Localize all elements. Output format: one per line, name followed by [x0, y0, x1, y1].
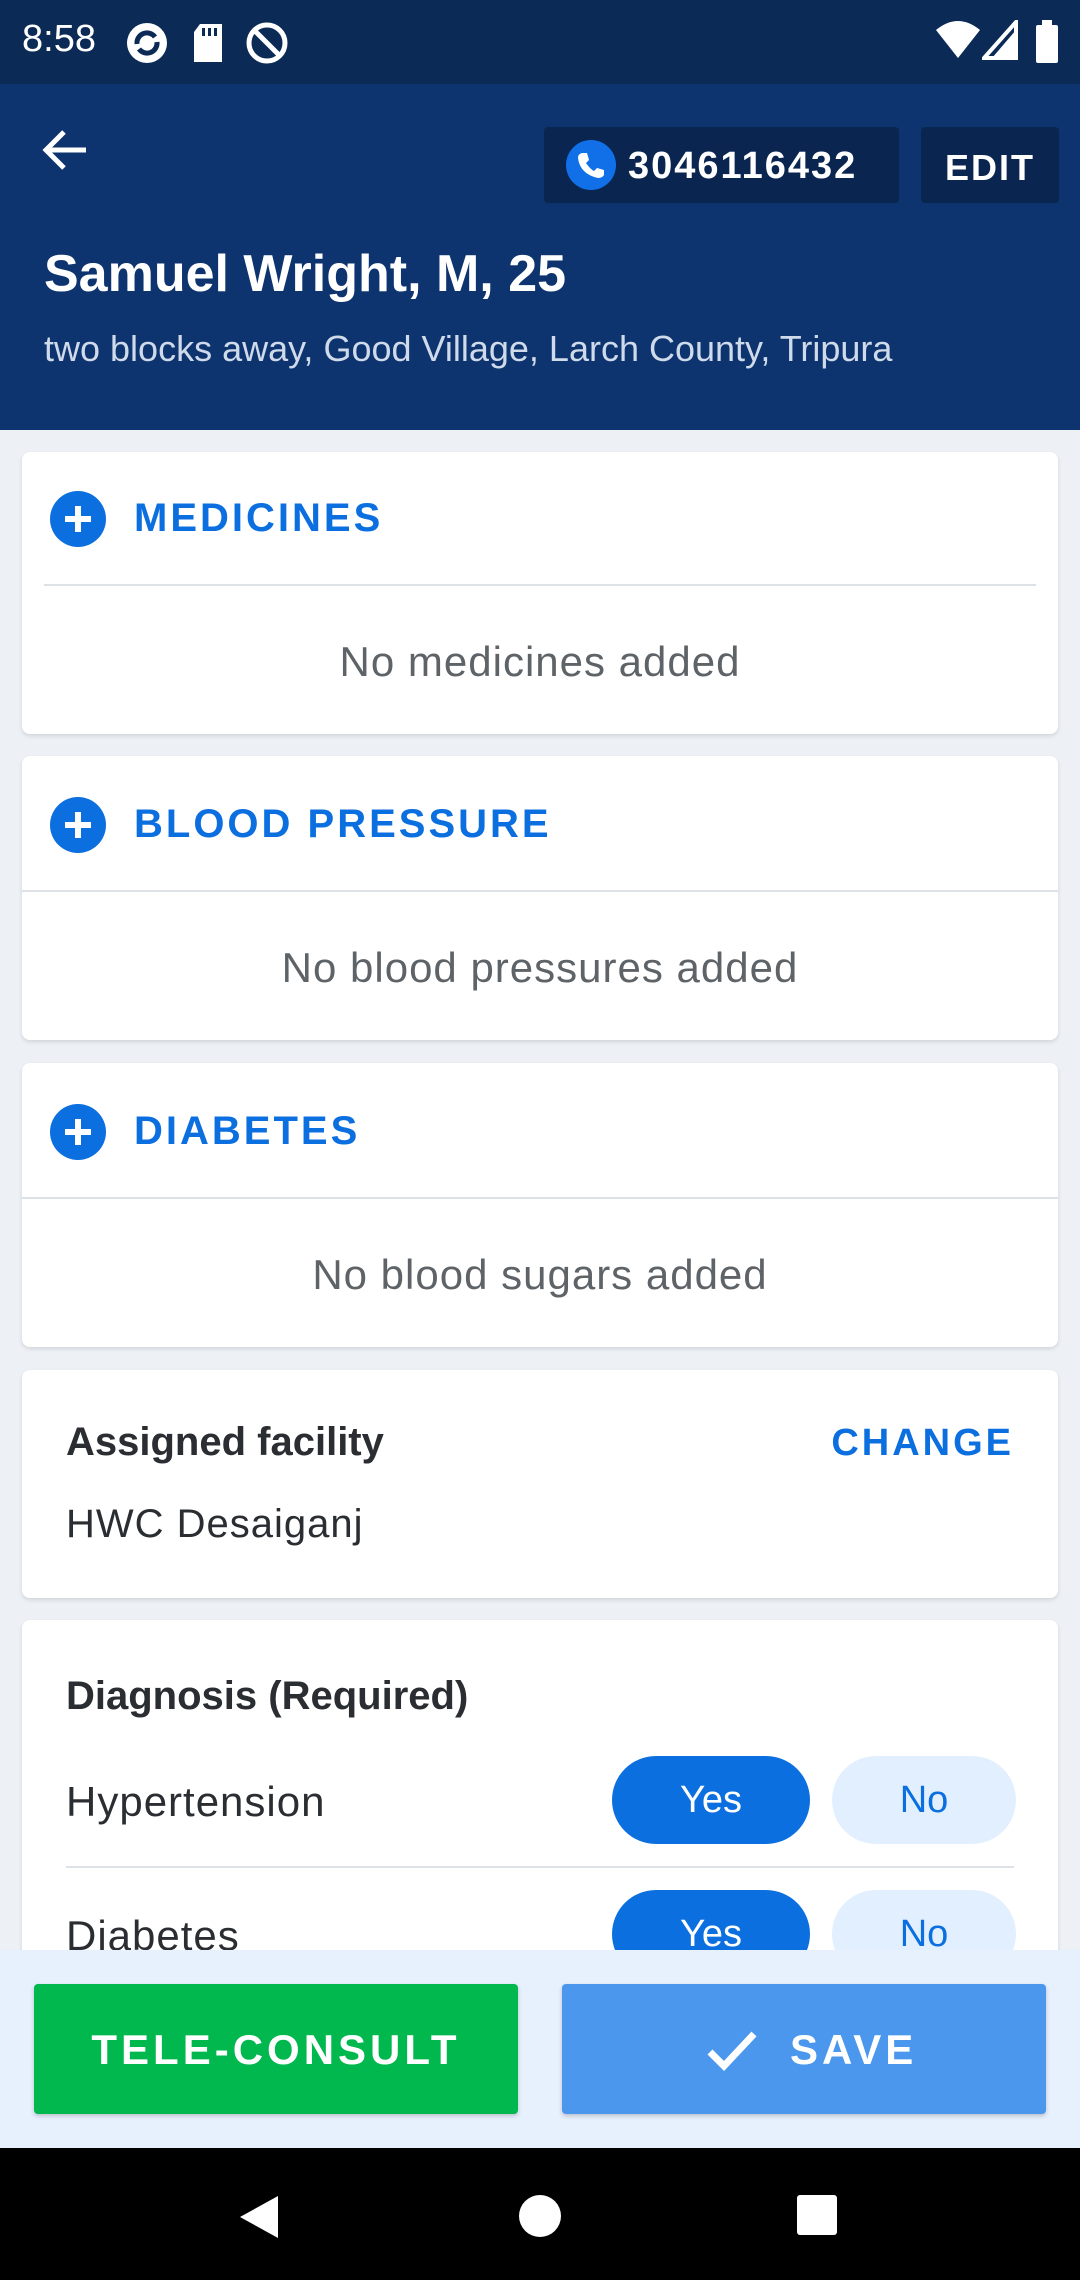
- hypertension-label: Hypertension: [66, 1778, 326, 1825]
- hypertension-no-button[interactable]: No: [832, 1756, 1016, 1844]
- sd-card-icon: [194, 24, 222, 62]
- tele-consult-button[interactable]: TELE-CONSULT: [34, 1984, 518, 2114]
- battery-icon: [1036, 20, 1058, 63]
- add-circle-icon: [50, 491, 106, 547]
- tele-consult-label: TELE-CONSULT: [91, 2026, 461, 2073]
- diagnosis-card: Diagnosis (Required) Hypertension Yes No…: [22, 1620, 1058, 1980]
- nav-recents-icon[interactable]: [796, 2194, 838, 2236]
- status-bar: 8:58: [0, 0, 1080, 84]
- add-blood-sugar-button[interactable]: DIABETES: [22, 1063, 1058, 1193]
- medicines-empty-text: No medicines added: [339, 638, 741, 685]
- back-arrow-icon[interactable]: [36, 120, 96, 180]
- blood-pressure-title: BLOOD PRESSURE: [134, 802, 552, 846]
- diagnosis-title: Diagnosis (Required): [66, 1674, 469, 1718]
- wifi-icon: [936, 21, 980, 58]
- blood-pressure-card: BLOOD PRESSURE No blood pressures added: [22, 756, 1058, 1040]
- save-label: SAVE: [790, 2026, 918, 2073]
- phone-icon: [566, 140, 616, 190]
- save-button[interactable]: SAVE: [562, 1984, 1046, 2114]
- add-blood-pressure-button[interactable]: BLOOD PRESSURE: [22, 756, 1058, 886]
- blood-pressure-empty-text: No blood pressures added: [281, 944, 799, 991]
- system-navigation-bar: [0, 2148, 1080, 2280]
- medicines-card: MEDICINES No medicines added: [22, 452, 1058, 734]
- patient-summary-screen: 8:58 3046116432 EDIT Samuel Wright, M, 2…: [0, 0, 1080, 2280]
- diabetes-empty-text: No blood sugars added: [312, 1251, 768, 1298]
- nav-home-icon[interactable]: [518, 2194, 562, 2238]
- medicines-title: MEDICINES: [134, 496, 384, 540]
- phone-number: 3046116432: [628, 145, 858, 187]
- diabetes-card: DIABETES No blood sugars added: [22, 1063, 1058, 1347]
- edit-patient-button[interactable]: EDIT: [921, 127, 1059, 203]
- diabetes-title: DIABETES: [134, 1109, 361, 1153]
- add-circle-icon: [50, 1104, 106, 1160]
- change-facility-button[interactable]: CHANGE: [831, 1422, 1014, 1465]
- patient-name: Samuel Wright, M, 25: [44, 245, 567, 303]
- nav-back-icon[interactable]: [236, 2194, 282, 2240]
- hypertension-yes-button[interactable]: Yes: [612, 1756, 810, 1844]
- edit-label: EDIT: [944, 147, 1035, 188]
- add-medicine-button[interactable]: MEDICINES: [22, 452, 1058, 582]
- card-divider: [22, 1197, 1058, 1199]
- add-circle-icon: [50, 797, 106, 853]
- facility-label: Assigned facility: [66, 1420, 384, 1464]
- row-divider: [66, 1866, 1014, 1868]
- signal-icon: [982, 20, 1018, 60]
- at-sign-icon: [246, 22, 288, 64]
- card-divider: [44, 584, 1036, 586]
- facility-name: HWC Desaiganj: [66, 1502, 364, 1546]
- patient-address: two blocks away, Good Village, Larch Cou…: [44, 328, 893, 369]
- card-divider: [22, 890, 1058, 892]
- patient-header: 3046116432 EDIT Samuel Wright, M, 25 two…: [0, 84, 1080, 430]
- assigned-facility-card: Assigned facility CHANGE HWC Desaiganj: [22, 1370, 1058, 1598]
- bottom-action-bar: TELE-CONSULT SAVE: [0, 1950, 1080, 2148]
- check-icon: [707, 2031, 757, 2072]
- sync-icon: [127, 23, 167, 63]
- call-patient-button[interactable]: 3046116432: [544, 127, 899, 203]
- status-time: 8:58: [22, 18, 96, 60]
